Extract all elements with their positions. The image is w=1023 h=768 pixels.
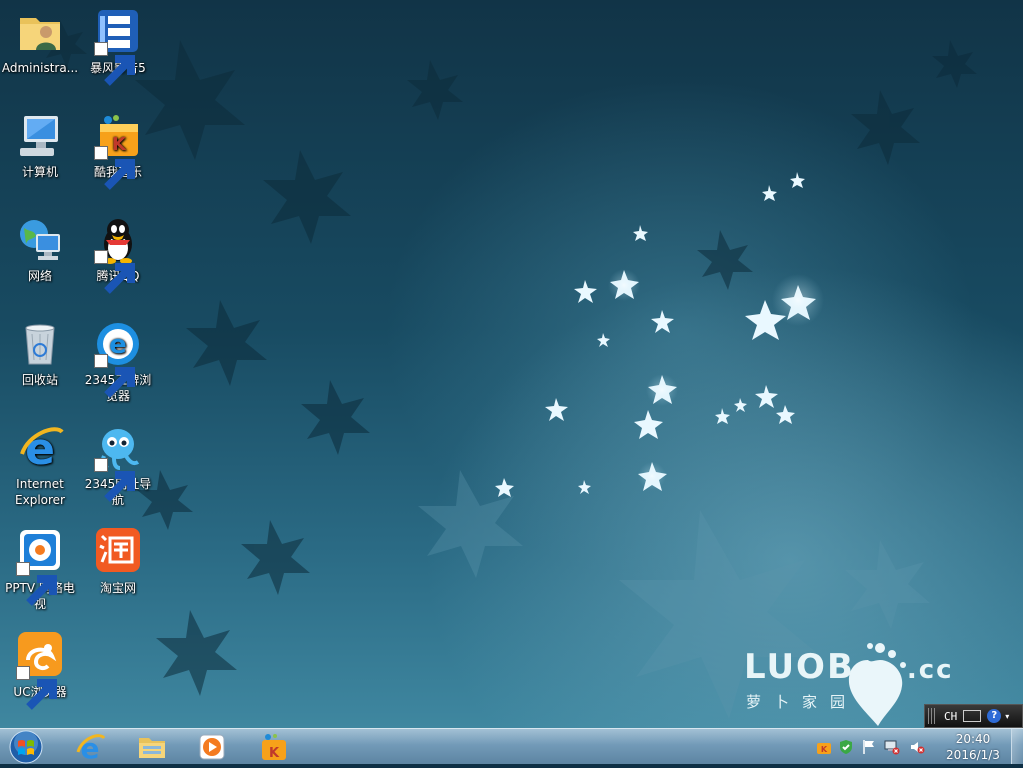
internet-explorer-icon: e (76, 732, 105, 762)
desktop-icon-kuwo[interactable]: K 酷我音乐 (79, 112, 157, 190)
desktop-icon-taobao[interactable]: 淘宝网 (79, 528, 157, 596)
shortcut-arrow-icon (16, 562, 57, 606)
icon-label: Administra... (1, 61, 79, 75)
language-bar-options-icon[interactable]: ▾ (1005, 712, 1009, 721)
qq-penguin-icon (94, 216, 142, 294)
brand-logo-text: LUOB (744, 647, 855, 687)
desktop-icon-baofeng[interactable]: 暴风影音5 (79, 8, 157, 86)
volume-muted-icon[interactable] (909, 739, 925, 755)
icon-label: 网络 (27, 269, 52, 283)
taobao-icon (94, 528, 142, 576)
brand-logo: LUOB .cc (744, 650, 954, 687)
media-player-icon (199, 734, 225, 760)
show-desktop-button[interactable] (1011, 729, 1023, 764)
icon-label: Internet Explorer (15, 477, 65, 507)
clock-time: 20:40 (955, 732, 991, 746)
taskbar-internet-explorer[interactable]: e (64, 731, 116, 763)
internet-explorer-icon: e (16, 424, 64, 472)
kuwo-music-icon: K (94, 112, 142, 190)
language-bar-grip[interactable] (928, 708, 936, 724)
taskbar-media-player[interactable] (186, 731, 238, 763)
desktop-icon-2345-browser[interactable]: e 2345王牌浏 览器 (79, 320, 157, 404)
shortcut-arrow-icon (94, 42, 135, 86)
shortcut-arrow-icon (94, 458, 135, 502)
shortcut-arrow-icon (94, 146, 135, 190)
taskbar-windows-explorer[interactable] (126, 731, 178, 763)
help-icon[interactable]: ? (987, 709, 1002, 723)
tray-security-shield-icon[interactable] (838, 739, 854, 755)
uc-browser-icon (16, 632, 64, 710)
svg-text:K: K (821, 745, 828, 754)
baofeng-player-icon (94, 8, 142, 86)
language-bar[interactable]: CH ? ▾ (924, 704, 1023, 728)
icon-label: 淘宝网 (99, 581, 136, 595)
desktop-icon-2345-nav[interactable]: 2345网址导 航 (79, 424, 157, 508)
recycle-bin-icon (16, 320, 64, 368)
tray-kuwo-icon[interactable]: K (816, 739, 832, 755)
kuwo-music-icon: K (262, 734, 286, 761)
user-folder-icon (16, 8, 64, 56)
desktop-icon-network[interactable]: 网络 (1, 216, 79, 284)
pptv-icon (16, 528, 64, 606)
input-language-indicator[interactable]: CH (944, 710, 957, 723)
network-icon (16, 216, 64, 264)
icon-label: 回收站 (21, 373, 58, 387)
computer-icon (16, 112, 64, 160)
taskbar-kuwo-music[interactable]: K (248, 731, 300, 763)
brand-subtitle: 萝卜家园 (746, 693, 859, 711)
system-clock[interactable]: 20:40 2016/1/3 (938, 731, 1008, 763)
icon-label: 计算机 (21, 165, 58, 179)
desktop-icon-internet-explorer[interactable]: e Internet Explorer (1, 424, 79, 508)
desktop-icon-recycle-bin[interactable]: 回收站 (1, 320, 79, 388)
shortcut-arrow-icon (16, 666, 57, 710)
windows-orb-icon (9, 730, 43, 764)
desktop-icon-uc-browser[interactable]: UC浏览器 (1, 632, 79, 710)
desktop-icon-administrator[interactable]: Administra... (1, 8, 79, 76)
taskbar: e K K 20:40 2016/1/3 (0, 728, 1023, 764)
action-center-flag-icon[interactable] (861, 739, 877, 755)
desktop-icon-computer[interactable]: 计算机 (1, 112, 79, 180)
windows-explorer-icon (139, 738, 165, 758)
keyboard-icon[interactable] (963, 710, 982, 722)
shortcut-arrow-icon (94, 354, 135, 398)
wallpaper-brand: LUOB .cc 萝卜家园 (744, 650, 954, 712)
2345-browser-icon: e (94, 320, 142, 398)
2345-navigation-icon (94, 424, 142, 502)
shortcut-arrow-icon (94, 250, 135, 294)
clock-date: 2016/1/3 (946, 748, 1000, 762)
network-status-icon[interactable] (884, 739, 900, 755)
svg-text:K: K (269, 746, 280, 761)
desktop-icon-qq[interactable]: 腾讯QQ (79, 216, 157, 294)
brand-logo-suffix: .cc (906, 655, 954, 685)
start-button[interactable] (6, 730, 46, 764)
desktop-icon-pptv[interactable]: PPTV 网络电 视 (1, 528, 79, 612)
